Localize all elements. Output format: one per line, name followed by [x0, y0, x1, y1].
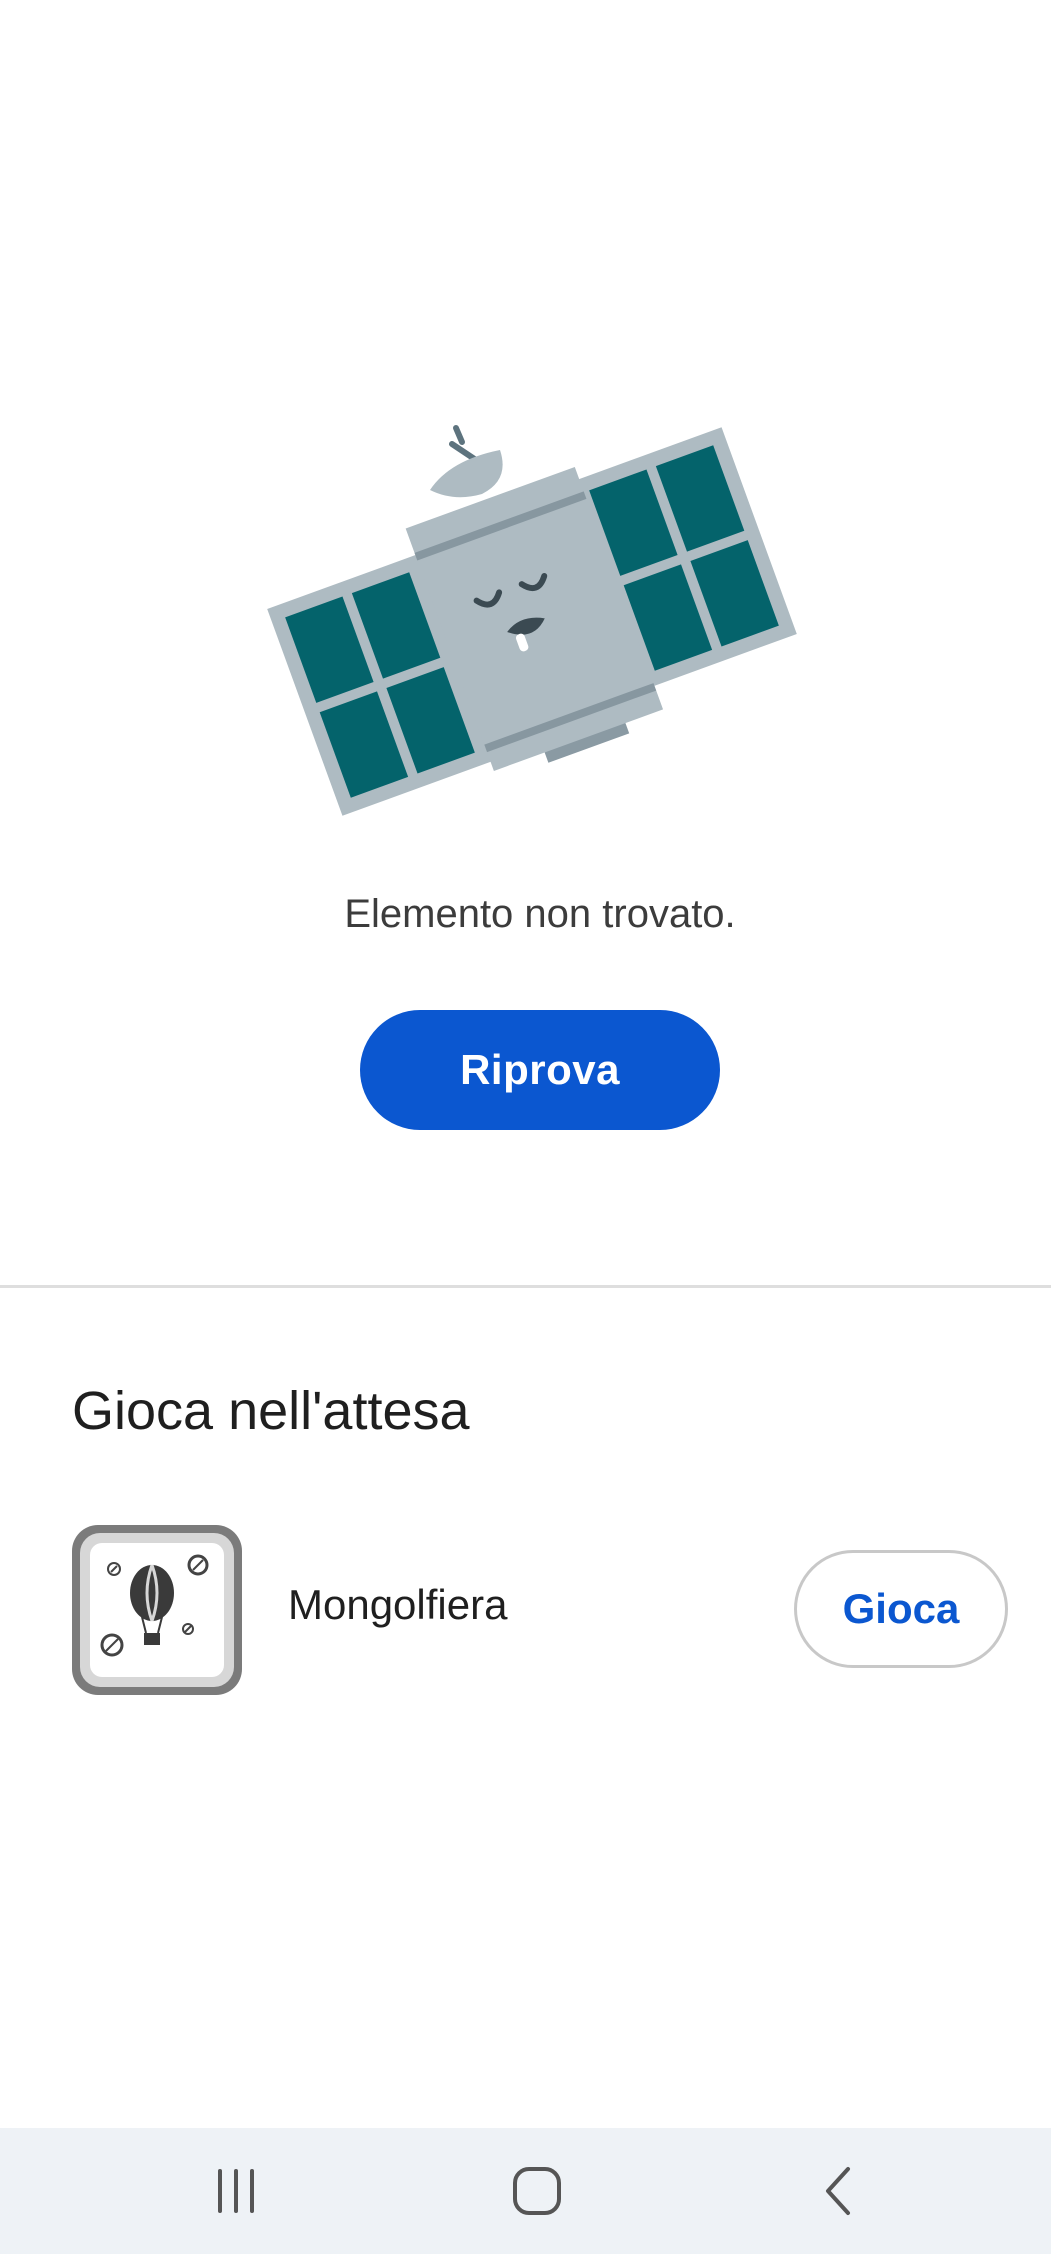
games-section-title: Gioca nell'attesa	[72, 1381, 470, 1441]
status-bar	[0, 0, 1051, 12]
play-button[interactable]: Gioca	[794, 1550, 1008, 1668]
home-icon[interactable]	[437, 2128, 637, 2254]
back-icon[interactable]	[740, 2128, 940, 2254]
game-name: Mongolfiera	[288, 1581, 508, 1628]
section-divider	[0, 1285, 1051, 1288]
sleeping-satellite-illustration	[240, 410, 840, 830]
recents-icon[interactable]	[136, 2128, 336, 2254]
navigation-bar	[0, 2128, 1051, 2254]
game-list-item[interactable]: Mongolfiera Gioca	[72, 1525, 1008, 1695]
hot-air-balloon-icon[interactable]	[72, 1525, 242, 1695]
satellite-dish	[430, 425, 503, 498]
error-message: Elemento non trovato.	[344, 892, 736, 936]
retry-button[interactable]: Riprova	[360, 1010, 720, 1130]
